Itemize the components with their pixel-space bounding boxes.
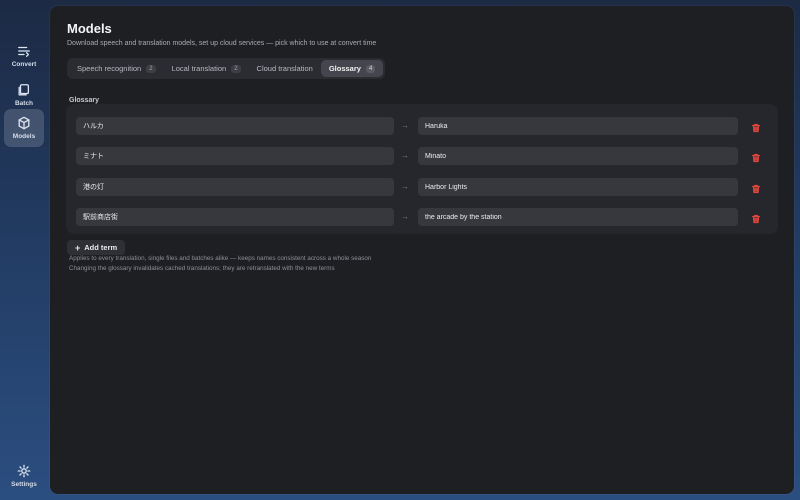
tab-label: Glossary [328, 64, 361, 73]
delete-term-button[interactable] [751, 150, 763, 163]
tab-label: Cloud translation [256, 64, 313, 73]
add-term-button[interactable]: + Add term [67, 240, 126, 255]
sidebar-item-label: Convert [11, 61, 37, 68]
tab-count-badge: 2 [146, 64, 156, 73]
add-term-label: Add term [84, 243, 118, 252]
tab-speech-recognition[interactable]: Speech recognition 2 [69, 60, 164, 77]
sidebar-item-label: Batch [14, 100, 34, 107]
tab-cloud-translation[interactable]: Cloud translation [249, 60, 321, 77]
tab-count-badge: 4 [365, 64, 376, 73]
models-tab-bar: Speech recognition 2 Local translation 2… [67, 58, 386, 79]
glossary-row: → [67, 117, 777, 135]
sidebar-item-settings[interactable]: Settings [4, 457, 44, 495]
settings-gear-icon [17, 464, 31, 478]
sidebar: Convert Batch Models Settings [0, 0, 48, 500]
glossary-list: → → → [67, 105, 777, 233]
page-title: Models [67, 21, 112, 36]
glossary-row: → [67, 178, 777, 196]
tab-local-translation[interactable]: Local translation 2 [164, 60, 249, 77]
trash-icon [752, 214, 760, 224]
glossary-source-field[interactable] [76, 147, 394, 165]
arrow-right-icon: → [401, 151, 409, 160]
trash-icon [752, 123, 760, 133]
trash-icon [752, 153, 760, 163]
arrow-right-icon: → [401, 121, 409, 130]
section-label-glossary: Glossary [69, 97, 99, 104]
glossary-source-field[interactable] [76, 117, 394, 135]
page-subtitle: Download speech and translation models, … [67, 40, 377, 47]
convert-icon [18, 46, 30, 57]
glossary-source-field[interactable] [76, 178, 394, 196]
sidebar-item-convert[interactable]: Convert [4, 37, 44, 75]
sidebar-item-models[interactable]: Models [4, 109, 44, 147]
main-panel: Models Download speech and translation m… [50, 6, 794, 494]
sidebar-item-label: Models [12, 133, 36, 140]
arrow-right-icon: → [401, 182, 409, 191]
glossary-row: → [67, 208, 777, 226]
trash-icon [752, 184, 760, 194]
glossary-target-field[interactable] [418, 147, 738, 165]
delete-term-button[interactable] [751, 120, 763, 133]
batch-icon [18, 84, 30, 96]
delete-term-button[interactable] [751, 181, 763, 194]
glossary-row: → [67, 147, 777, 165]
plus-icon: + [75, 242, 81, 253]
glossary-source-field[interactable] [76, 208, 394, 226]
tab-count-badge: 2 [231, 64, 241, 73]
glossary-target-field[interactable] [418, 178, 738, 196]
tab-glossary[interactable]: Glossary 4 [320, 60, 384, 77]
glossary-help-text: Applies to every translation, single fil… [69, 255, 372, 262]
sidebar-item-label: Settings [11, 481, 37, 488]
models-cube-icon [18, 116, 30, 130]
glossary-target-field[interactable] [418, 208, 738, 226]
glossary-target-field[interactable] [418, 117, 738, 135]
glossary-help-text: Changing the glossary invalidates cached… [69, 265, 335, 272]
tab-label: Speech recognition [77, 64, 142, 73]
arrow-right-icon: → [401, 212, 409, 221]
tab-label: Local translation [171, 64, 227, 73]
delete-term-button[interactable] [751, 211, 763, 224]
